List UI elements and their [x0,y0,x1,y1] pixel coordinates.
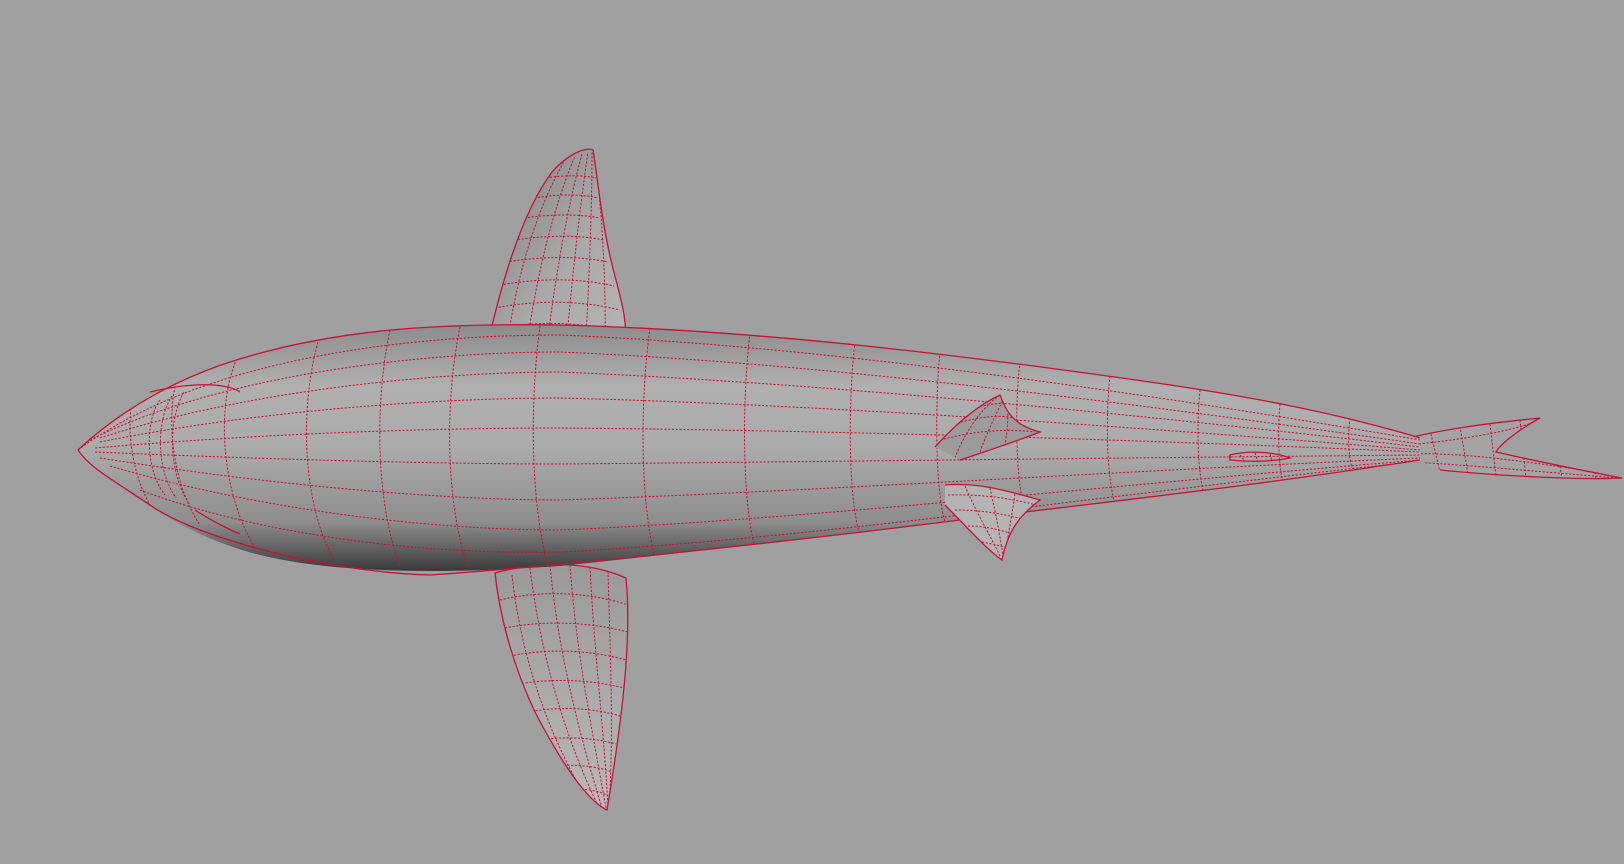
viewport-scene[interactable] [0,0,1624,864]
pelvic-fin-lower [944,483,1042,562]
pectoral-fin [494,563,629,811]
3d-viewport[interactable] [0,0,1624,864]
caudal-fin [1399,417,1623,480]
shark-body[interactable] [77,324,1421,576]
